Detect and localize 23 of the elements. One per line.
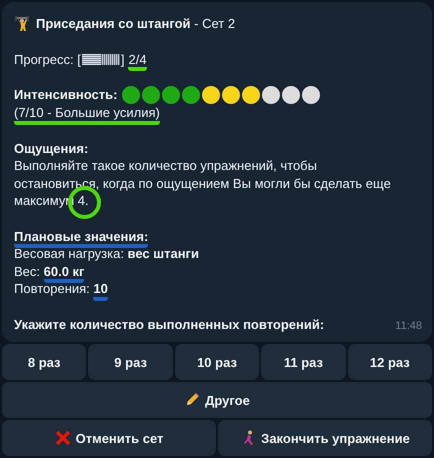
keyboard-button[interactable]: 11 раз [261,344,346,380]
section-heading: Укажите количество выполненных повторений: [14,316,324,333]
message-text: Повторения: [14,280,91,298]
keyboard-button[interactable]: Закончить упражнение [218,420,432,456]
weightlifter-icon [14,16,30,32]
message-title: Приседания со штангой - Сет 2 [36,15,236,32]
message-text: Весовая нагрузка: [14,245,125,262]
keyboard-button[interactable]: 12 раз [348,344,432,380]
pencil-icon [184,392,200,408]
value-text: вес штанги [128,245,199,262]
keyboard-button[interactable]: 9 раз [88,344,173,380]
section-heading: Ощущения: [14,140,88,157]
bracket: ] [120,50,124,68]
message-time: 11:48 [395,318,422,334]
keyboard-button[interactable]: Другое [2,382,432,418]
keyboard-button[interactable]: 8 раз [2,344,86,380]
keyboard-button[interactable]: Отменить сет [2,420,216,456]
intensity-label: Интенсивность: [14,86,118,104]
keyboard-button[interactable]: 10 раз [174,344,260,380]
message-text: Вес: [14,262,42,280]
progress-label: Прогресс: [14,50,75,68]
bracket: [ [77,50,81,68]
cross-icon [54,430,71,446]
